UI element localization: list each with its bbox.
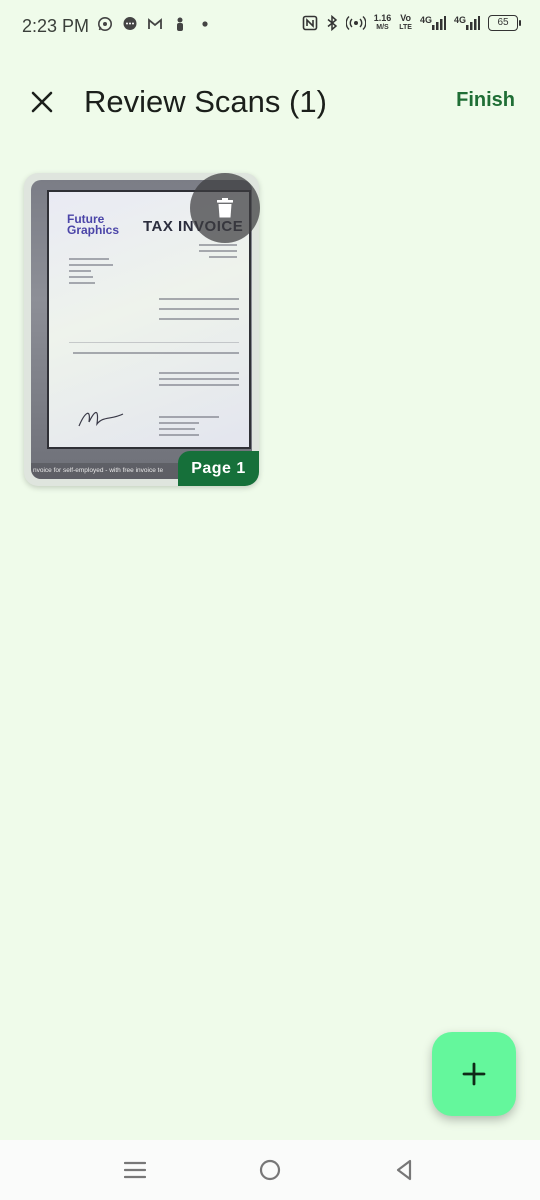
page-title: Review Scans (1) bbox=[84, 84, 327, 119]
doc-line bbox=[159, 372, 239, 374]
doc-line bbox=[199, 244, 237, 246]
signal-bars-icon bbox=[431, 16, 446, 30]
add-scan-button[interactable] bbox=[432, 1032, 516, 1116]
close-icon bbox=[31, 91, 53, 113]
doc-line bbox=[159, 384, 239, 386]
gmail-icon bbox=[148, 18, 162, 29]
doc-line bbox=[159, 434, 199, 436]
signature-scribble bbox=[78, 411, 124, 427]
system-nav-bar bbox=[0, 1140, 540, 1200]
doc-line bbox=[69, 258, 109, 260]
brand-line-2: Graphics bbox=[67, 223, 120, 237]
recent-apps-button[interactable] bbox=[121, 1158, 149, 1182]
doc-line bbox=[69, 282, 95, 284]
app-bar: Review Scans (1) Finish bbox=[0, 70, 540, 134]
home-circle-icon bbox=[259, 1159, 281, 1181]
speed-value: 1.16 bbox=[373, 13, 392, 23]
doc-line bbox=[69, 342, 239, 343]
signal-1: 4G bbox=[420, 16, 446, 30]
doc-line bbox=[159, 378, 239, 380]
trash-icon bbox=[217, 198, 233, 218]
close-button[interactable] bbox=[22, 82, 62, 122]
hotspot-icon bbox=[345, 15, 366, 31]
network-type-1: 4G bbox=[419, 15, 432, 25]
lte-label: LTE bbox=[399, 24, 412, 31]
thumbnail-brand: Future Graphics bbox=[67, 213, 120, 237]
volte-indicator: Vo LTE bbox=[399, 14, 412, 32]
doc-line bbox=[159, 298, 239, 300]
menu-icon bbox=[124, 1161, 146, 1179]
status-bar: 2:23 PM 1.16 M/S Vo LTE 4G 4G 65 bbox=[0, 0, 540, 56]
chat-bubble-icon bbox=[123, 17, 137, 30]
system-status-icons: 1.16 M/S Vo LTE 4G 4G 65 bbox=[302, 14, 521, 32]
battery-icon: 65 bbox=[488, 15, 521, 31]
bluetooth-icon bbox=[327, 15, 337, 31]
status-time: 2:23 PM bbox=[22, 16, 90, 36]
plus-icon bbox=[462, 1062, 486, 1086]
doc-line bbox=[69, 276, 93, 278]
finish-button[interactable]: Finish bbox=[456, 89, 515, 112]
speed-unit: M/S bbox=[376, 24, 389, 31]
doc-line bbox=[199, 250, 237, 252]
network-speed: 1.16 M/S bbox=[374, 14, 392, 32]
doc-line bbox=[159, 422, 199, 424]
back-button[interactable] bbox=[390, 1158, 418, 1182]
signal-2: 4G bbox=[454, 16, 480, 30]
dot-icon bbox=[202, 21, 208, 27]
doc-line bbox=[209, 256, 237, 258]
signal-bars-icon bbox=[466, 16, 480, 30]
page-number-badge: Page 1 bbox=[178, 451, 259, 486]
doc-line bbox=[159, 416, 219, 418]
notification-icons bbox=[97, 16, 213, 32]
network-type-2: 4G bbox=[453, 15, 466, 25]
back-triangle-icon bbox=[396, 1159, 412, 1181]
person-icon bbox=[177, 17, 183, 31]
doc-line bbox=[159, 318, 239, 320]
doc-line bbox=[73, 352, 239, 354]
nfc-icon bbox=[302, 15, 318, 31]
doc-line bbox=[69, 264, 113, 266]
doc-line bbox=[159, 308, 239, 310]
doc-line bbox=[69, 270, 91, 272]
whatsapp-icon bbox=[98, 17, 112, 31]
vo-label: Vo bbox=[400, 13, 412, 23]
doc-line bbox=[159, 428, 195, 430]
delete-scan-button[interactable] bbox=[190, 173, 260, 243]
home-button[interactable] bbox=[256, 1158, 284, 1182]
